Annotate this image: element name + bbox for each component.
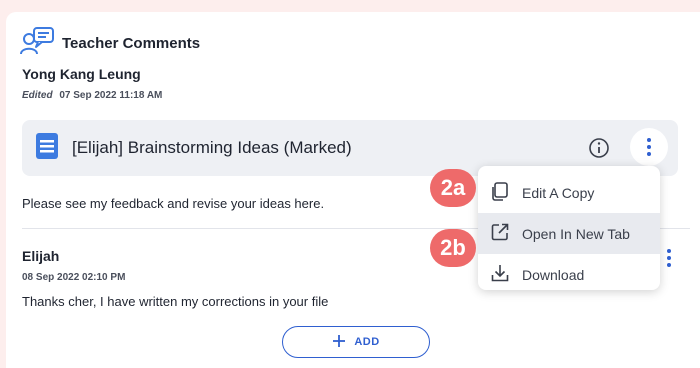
copy-icon	[490, 181, 510, 204]
open-external-icon	[490, 222, 510, 245]
add-comment-button[interactable]: ADD	[282, 326, 430, 358]
add-button-label: ADD	[354, 336, 380, 348]
menu-item-open-new-tab[interactable]: Open In New Tab	[478, 213, 660, 254]
menu-item-label: Open In New Tab	[522, 225, 630, 242]
comments-title: Teacher Comments	[62, 35, 201, 52]
info-icon[interactable]	[588, 137, 610, 164]
reply-author: Elijah	[22, 248, 60, 264]
attachment-options-menu: Edit A Copy Open In New Tab Download	[478, 166, 660, 290]
google-doc-icon	[36, 132, 58, 164]
menu-item-label: Download	[522, 266, 585, 283]
kebab-icon	[667, 249, 671, 267]
menu-item-download[interactable]: Download	[478, 254, 660, 295]
more-options-button[interactable]	[630, 128, 668, 166]
menu-item-edit-copy[interactable]: Edit A Copy	[478, 172, 660, 213]
menu-item-label: Edit A Copy	[522, 184, 595, 201]
comments-icon	[20, 26, 54, 61]
comment-edited-meta: Edited 07 Sep 2022 11:18 AM	[22, 90, 162, 101]
edited-date: 07 Sep 2022 11:18 AM	[59, 90, 163, 101]
download-icon	[490, 263, 510, 286]
reply-text: Thanks cher, I have written my correctio…	[22, 294, 329, 309]
comment-text: Please see my feedback and revise your i…	[22, 196, 325, 211]
step-badge-2b: 2b	[430, 229, 476, 267]
step-badge-2a: 2a	[430, 169, 476, 207]
reply-more-options-button[interactable]	[666, 248, 672, 273]
kebab-icon	[647, 138, 651, 156]
plus-icon	[332, 334, 346, 351]
attachment-title[interactable]: [Elijah] Brainstorming Ideas (Marked)	[72, 138, 352, 158]
reply-date: 08 Sep 2022 02:10 PM	[22, 272, 126, 283]
comment-author: Yong Kang Leung	[22, 66, 141, 82]
edited-label: Edited	[22, 90, 53, 101]
comments-header: Teacher Comments	[20, 26, 200, 61]
